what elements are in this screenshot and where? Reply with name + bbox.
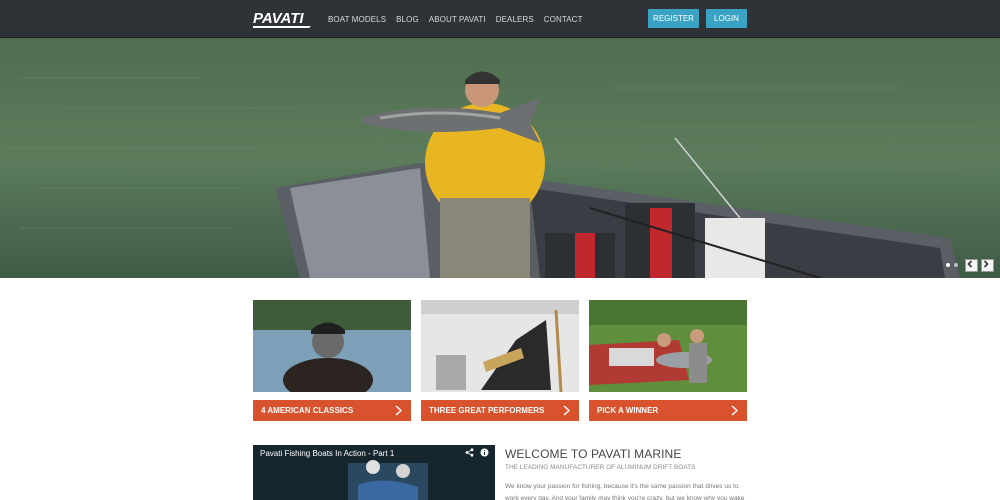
nav-boat-models[interactable]: BOAT MODELS	[328, 15, 386, 24]
chevron-right-icon	[983, 260, 989, 268]
welcome-subheading: THE LEADING MANUFACTURER OF ALUMINUM DRI…	[505, 464, 696, 471]
welcome-body: We know your passion for fishing, becaus…	[505, 483, 745, 500]
feature-card-performers[interactable]: THREE GREAT PERFORMERS	[421, 300, 579, 421]
nav-dealers[interactable]: DEALERS	[496, 15, 534, 24]
slider-next-button[interactable]	[981, 259, 994, 272]
cta-4-american-classics[interactable]: 4 AMERICAN CLASSICS	[253, 400, 411, 421]
welcome-section: WELCOME TO PAVATI MARINE THE LEADING MAN…	[505, 447, 750, 500]
hero-slider	[0, 38, 1000, 278]
login-button[interactable]: LOGIN	[706, 9, 747, 28]
pavati-logo[interactable]: PAVATI	[253, 9, 313, 28]
nav-blog[interactable]: BLOG	[396, 15, 419, 24]
chevron-right-icon	[731, 405, 739, 416]
cta-label: THREE GREAT PERFORMERS	[429, 406, 545, 415]
feature-card-winner[interactable]: PICK A WINNER	[589, 300, 747, 421]
cta-label: PICK A WINNER	[597, 406, 659, 415]
card-image-winner[interactable]	[589, 300, 747, 392]
register-button[interactable]: REGISTER	[648, 9, 699, 28]
feature-card-classics[interactable]: 4 AMERICAN CLASSICS	[253, 300, 411, 421]
nav-about-pavati[interactable]: ABOUT PAVATI	[429, 15, 486, 24]
card-image-performers[interactable]	[421, 300, 579, 392]
cta-label: 4 AMERICAN CLASSICS	[261, 406, 354, 415]
nav-contact[interactable]: CONTACT	[544, 15, 583, 24]
cta-pick-a-winner[interactable]: PICK A WINNER	[589, 400, 747, 421]
slider-dot[interactable]	[946, 263, 950, 267]
svg-text:PAVATI: PAVATI	[253, 10, 304, 27]
card-image-classics[interactable]	[253, 300, 411, 392]
welcome-heading: WELCOME TO PAVATI MARINE	[505, 447, 682, 461]
video-controls	[465, 448, 489, 457]
cta-three-great-performers[interactable]: THREE GREAT PERFORMERS	[421, 400, 579, 421]
site-header: PAVATI BOAT MODELS BLOG ABOUT PAVATI DEA…	[0, 0, 1000, 38]
share-icon[interactable]	[465, 448, 474, 457]
main-nav: BOAT MODELS BLOG ABOUT PAVATI DEALERS CO…	[328, 0, 593, 38]
slider-dot[interactable]	[954, 263, 958, 267]
slider-dots	[946, 263, 958, 267]
chevron-left-icon	[967, 260, 973, 268]
chevron-right-icon	[395, 405, 403, 416]
chevron-right-icon	[563, 405, 571, 416]
video-player[interactable]: Pavati Fishing Boats In Action - Part 1	[253, 445, 495, 500]
slider-prev-button[interactable]	[965, 259, 978, 272]
info-icon[interactable]	[480, 448, 489, 457]
video-title[interactable]: Pavati Fishing Boats In Action - Part 1	[260, 449, 394, 458]
hero-image	[0, 38, 1000, 278]
